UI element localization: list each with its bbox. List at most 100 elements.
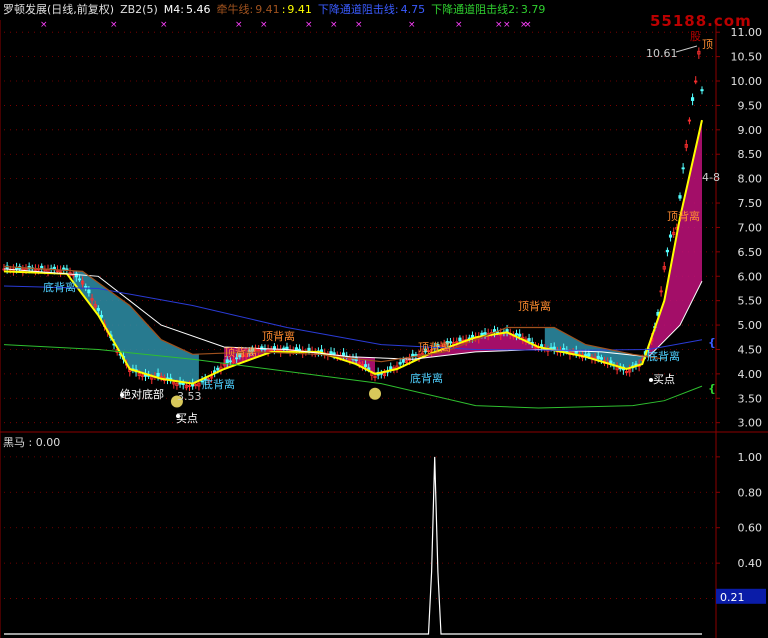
- candle-body-94: [297, 348, 302, 351]
- signal-x-8: ×: [408, 20, 416, 30]
- cursor-value-text: 0.21: [720, 591, 745, 604]
- watermark-sub: 股: [690, 30, 701, 43]
- candle-body-219: [690, 97, 695, 101]
- header-bar: 罗顿发展(日线,前复权) ZB2(5) M4: 5.46 牵牛线: 9.41:9.41 下降…: [3, 3, 546, 16]
- candle-body-145: [458, 337, 462, 342]
- annotation-8: 底背离: [410, 372, 443, 385]
- annotation-1: 绝对底部: [120, 388, 164, 401]
- candle-body-163: [514, 333, 519, 336]
- signal-x-2: ×: [160, 20, 168, 30]
- candle-body-123: [389, 366, 393, 370]
- candle-body-186: [587, 353, 591, 357]
- candle-body-27: [87, 289, 91, 294]
- annotation-0: 底背离: [43, 281, 76, 294]
- candle-body-49: [156, 372, 160, 377]
- resist-marker-blue: {: [708, 336, 716, 349]
- y-tick-label-11: 8.50: [738, 148, 763, 161]
- sub-y-tick-label-2: 0.60: [738, 522, 763, 535]
- indicator-name[interactable]: ZB2(5): [120, 3, 158, 16]
- signal-x-3: ×: [235, 20, 243, 30]
- resist-marker-green: {: [708, 382, 716, 395]
- candle-body-72: [228, 360, 232, 363]
- annotation-11: 买点: [653, 373, 675, 386]
- candle-body-126: [398, 362, 402, 365]
- candle-body-216: [681, 167, 685, 170]
- bottom-coin-1: [369, 387, 382, 400]
- sub-y-tick-label-4: 1.00: [738, 451, 763, 464]
- annotation-6: 顶背离: [262, 330, 295, 343]
- signal-x-1: ×: [110, 20, 118, 30]
- down-resist-1-value: 4.75: [400, 3, 426, 16]
- m4-label: M4:: [163, 3, 184, 16]
- candle-body-212: [668, 234, 673, 238]
- candle-body-26: [84, 285, 88, 288]
- y-tick-label-0: 3.00: [738, 417, 763, 430]
- signal-x-6: ×: [330, 20, 338, 30]
- candle-body-185: [584, 354, 588, 356]
- y-tick-label-1: 3.50: [738, 392, 763, 405]
- y-tick-label-5: 5.50: [738, 295, 763, 308]
- annotation-15: 4-8: [702, 171, 720, 184]
- price-chart: 3.00 3.50 4.00 4.50 5.00 5.50 6.00 6.50 7.00 7.50…: [0, 0, 768, 638]
- candle-body-164: [518, 333, 522, 337]
- sub-y-tick-label-3: 0.80: [738, 486, 763, 499]
- candle-body-222: [700, 89, 704, 92]
- signal-x-7: ×: [355, 20, 363, 30]
- annotation-13: 顶: [702, 38, 713, 51]
- candle-body-97: [307, 347, 311, 352]
- signal-x-11: ×: [503, 20, 511, 30]
- candle-body-152: [480, 332, 484, 336]
- candle-body-108: [341, 352, 346, 357]
- candle-body-189: [596, 355, 600, 359]
- candle-body-167: [527, 338, 531, 342]
- down-resist-2-label: 下降通道阻击线2:: [431, 3, 519, 16]
- y-tick-label-15: 10.50: [731, 51, 763, 64]
- y-tick-label-12: 9.00: [738, 124, 763, 137]
- candle-body-71: [225, 359, 229, 364]
- candle-body-215: [678, 195, 682, 199]
- m4-value: 5.46: [185, 3, 211, 16]
- candle-body-93: [294, 347, 299, 351]
- qianniu-value-1: 9.41: [255, 3, 280, 16]
- candle-body-127: [401, 359, 405, 363]
- annotation-9: 顶背离: [518, 300, 551, 313]
- y-tick-label-8: 7.00: [738, 221, 763, 234]
- y-tick-label-2: 4.00: [738, 368, 763, 381]
- annotation-12: 10.61: [646, 47, 678, 60]
- candle-body-24: [77, 278, 82, 281]
- y-tick-label-4: 5.00: [738, 319, 763, 332]
- signal-x-5: ×: [305, 20, 313, 30]
- stock-title[interactable]: 罗顿发展(日线,前复权): [3, 3, 114, 16]
- y-tick-label-14: 10.00: [731, 75, 763, 88]
- annotation-7: 顶背离: [418, 341, 451, 354]
- annotation-4: 底背离: [202, 378, 235, 391]
- candle-body-153: [483, 332, 487, 335]
- down-resist-2-value: 3.79: [520, 3, 546, 16]
- candle-body-131: [414, 354, 418, 356]
- candle-body-105: [332, 352, 336, 355]
- qianniu-value-2: 9.41: [287, 3, 312, 16]
- sub-indicator-value: 0.00: [35, 436, 61, 449]
- sub-header: 黑马 : 0.00: [3, 434, 60, 450]
- signal-x-10: ×: [495, 20, 503, 30]
- candle-body-57: [181, 382, 185, 386]
- y-tick-label-6: 6.00: [738, 270, 763, 283]
- candle-body-30: [96, 308, 100, 311]
- y-tick-label-9: 7.50: [738, 197, 763, 210]
- annotation-2: 3.53: [177, 390, 202, 403]
- sub-indicator-label: 黑马 :: [3, 436, 33, 449]
- signal-x-13: ×: [524, 20, 532, 30]
- sub-y-tick-label-1: 0.40: [738, 557, 763, 570]
- signal-x-9: ×: [455, 20, 463, 30]
- signal-x-0: ×: [40, 20, 48, 30]
- candle-body-68: [216, 367, 220, 371]
- annotation-10: 底背离: [647, 350, 680, 363]
- y-tick-label-13: 9.50: [738, 99, 763, 112]
- signal-x-4: ×: [260, 20, 268, 30]
- candle-body-104: [329, 351, 333, 355]
- down-resist-1-label: 下降通道阻击线:: [317, 3, 399, 16]
- y-tick-label-7: 6.50: [738, 246, 763, 259]
- candle-body-211: [665, 249, 670, 253]
- candle-body-115: [363, 364, 368, 367]
- candle-body-31: [99, 314, 104, 318]
